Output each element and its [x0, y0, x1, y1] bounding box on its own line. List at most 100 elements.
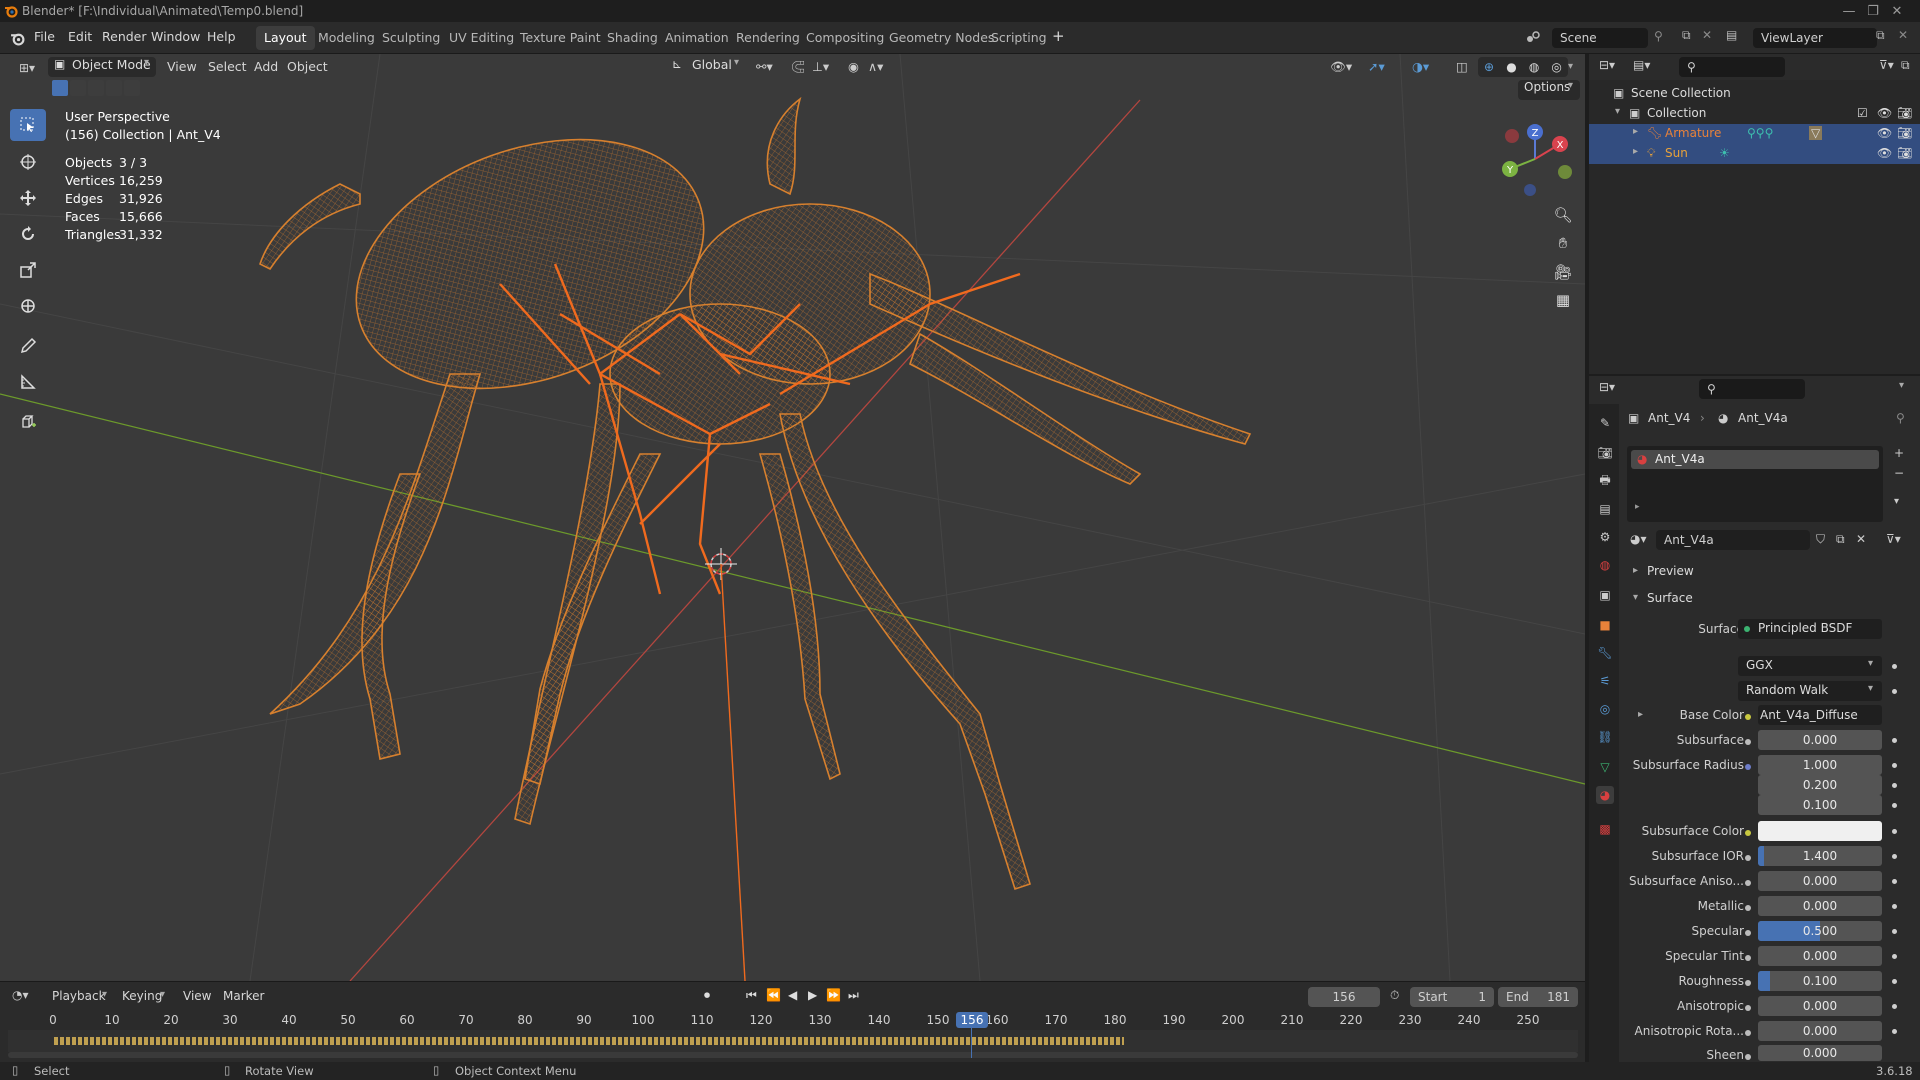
- gizmo-toggle-icon[interactable]: ➚▾: [1368, 57, 1385, 77]
- remove-slot-button[interactable]: −: [1894, 466, 1904, 480]
- menu-add[interactable]: Add: [254, 57, 278, 77]
- editor-type-icon[interactable]: ⊞▾: [12, 59, 42, 77]
- properties-search-input[interactable]: ⚲: [1699, 379, 1805, 399]
- data-tab-icon[interactable]: ▽: [1596, 758, 1614, 776]
- selection-mode-buttons[interactable]: [52, 80, 140, 98]
- tab-uv-editing[interactable]: UV Editing: [441, 26, 522, 50]
- falloff-icon[interactable]: ∧▾: [868, 57, 883, 77]
- particles-tab-icon[interactable]: ⚟: [1596, 672, 1614, 690]
- menu-select[interactable]: Select: [208, 57, 247, 77]
- subsurface-color-socket-icon[interactable]: [1745, 830, 1751, 836]
- subsurface-socket-icon[interactable]: [1745, 739, 1751, 745]
- subsurface-field[interactable]: 0.000: [1758, 730, 1882, 750]
- shading-modes[interactable]: ⊕ ● ◍ ◎: [1478, 57, 1568, 77]
- distribution-dropdown[interactable]: GGX ▾: [1738, 656, 1882, 676]
- shading-options-chevron-icon[interactable]: ▾: [1568, 57, 1573, 77]
- subsurface-aniso-field[interactable]: 0.000: [1758, 871, 1882, 891]
- tab-animation[interactable]: Animation: [657, 26, 737, 50]
- expand-slot-icon[interactable]: ▸: [1635, 502, 1640, 512]
- options-dropdown[interactable]: Options ▾: [1518, 80, 1580, 100]
- subsurface-radius-z-field[interactable]: 0.100: [1758, 795, 1882, 815]
- timeline-scrollbar[interactable]: [8, 1052, 1578, 1058]
- menu-help[interactable]: Help: [207, 29, 236, 44]
- specular-tint-keyframe-dot[interactable]: [1892, 954, 1897, 959]
- outliner-scene-collection[interactable]: ▣ Scene Collection: [1589, 84, 1920, 104]
- 3d-viewport[interactable]: Z X Y 🔍︎ ✋︎ 🎥︎ ▦ User Perspective (156) …: [0, 54, 1585, 981]
- subsurface-radius-keyframe-dot[interactable]: [1892, 763, 1897, 768]
- armature-camera-icon[interactable]: 📷︎: [1897, 126, 1912, 140]
- zoom-icon[interactable]: 🔍︎: [1552, 204, 1574, 226]
- filter-icon[interactable]: ⊽▾: [1879, 58, 1894, 72]
- render-tab-icon[interactable]: 📷︎: [1596, 444, 1614, 462]
- subsurface-radius-y-keyframe-dot[interactable]: [1892, 783, 1897, 788]
- play-icon[interactable]: ▶: [808, 988, 817, 1002]
- render-camera-icon[interactable]: 📷︎: [1897, 106, 1912, 120]
- subsurface-ior-socket-icon[interactable]: [1745, 855, 1751, 861]
- preview-panel-header[interactable]: ▸ Preview: [1627, 562, 1917, 584]
- snap-icon[interactable]: 🧲︎: [790, 57, 806, 77]
- tab-texture-paint[interactable]: Texture Paint: [512, 26, 609, 50]
- material-slot-item[interactable]: ◕ Ant_V4a: [1631, 450, 1879, 469]
- transform-tool[interactable]: [10, 290, 46, 322]
- material-shading-icon[interactable]: ◍: [1529, 60, 1539, 74]
- delete-view-layer-icon[interactable]: ✕: [1898, 28, 1908, 42]
- properties-editor-icon[interactable]: ⊟▾: [1599, 380, 1615, 394]
- close-window-button[interactable]: ✕: [1874, 0, 1920, 22]
- measure-tool[interactable]: [10, 366, 46, 398]
- add-workspace-button[interactable]: +: [1052, 27, 1065, 45]
- expand-chevron-icon[interactable]: ▸: [1633, 146, 1638, 157]
- mode-selector[interactable]: ▣ Object Mode ▾: [48, 57, 156, 77]
- snap-target-icon[interactable]: ⊥▾: [812, 57, 829, 77]
- playhead-frame-label[interactable]: 156: [956, 1012, 988, 1028]
- viewport-scene[interactable]: [0, 54, 1585, 981]
- surface-panel-header[interactable]: ▾ Surface: [1627, 589, 1917, 611]
- subsurface-method-dropdown[interactable]: Random Walk ▾: [1738, 681, 1882, 701]
- view-layer-field[interactable]: ViewLayer: [1753, 28, 1877, 48]
- anisotropic-rotation-keyframe-dot[interactable]: [1892, 1029, 1897, 1034]
- new-view-layer-icon[interactable]: ⧉: [1876, 28, 1885, 43]
- metallic-keyframe-dot[interactable]: [1892, 904, 1897, 909]
- roughness-socket-icon[interactable]: [1745, 980, 1751, 986]
- outliner-item-armature[interactable]: ▸ 🦴︎ Armature ⚲⚲⚲ ▽ 👁︎ 📷︎: [1589, 124, 1920, 144]
- tab-rendering[interactable]: Rendering: [728, 26, 808, 50]
- metallic-socket-icon[interactable]: [1745, 905, 1751, 911]
- current-frame-field[interactable]: 156: [1308, 987, 1380, 1007]
- rendered-shading-icon[interactable]: ◎: [1551, 60, 1561, 74]
- tool-tab-icon[interactable]: ✎: [1596, 414, 1614, 432]
- add-slot-button[interactable]: +: [1894, 446, 1904, 460]
- material-link-icon[interactable]: ⊽▾: [1886, 532, 1901, 546]
- material-tab-icon[interactable]: ◕: [1596, 786, 1614, 804]
- specular-socket-icon[interactable]: [1745, 930, 1751, 936]
- menu-object[interactable]: Object: [287, 57, 328, 77]
- menu-view[interactable]: View: [167, 57, 197, 77]
- toggle-grid-icon[interactable]: ▦: [1552, 289, 1574, 311]
- modifier-tab-icon[interactable]: 🔧︎: [1596, 644, 1614, 662]
- anisotropic-rotation-field[interactable]: 0.000: [1758, 1021, 1882, 1041]
- add-cube-tool[interactable]: [10, 406, 46, 438]
- subsurface-radius-y-field[interactable]: 0.200: [1758, 775, 1882, 795]
- select-set-icon[interactable]: [52, 80, 68, 96]
- tab-scripting[interactable]: Scripting: [983, 26, 1055, 50]
- output-tab-icon[interactable]: 🖶︎: [1596, 472, 1614, 490]
- scale-tool[interactable]: [10, 254, 46, 286]
- tab-compositing[interactable]: Compositing: [798, 26, 892, 50]
- physics-tab-icon[interactable]: ◎: [1596, 700, 1614, 718]
- unlink-material-icon[interactable]: ✕: [1856, 532, 1866, 546]
- subsurface-radius-z-keyframe-dot[interactable]: [1892, 803, 1897, 808]
- material-name-field[interactable]: Ant_V4a: [1656, 530, 1810, 550]
- expand-chevron-icon[interactable]: ▸: [1633, 126, 1638, 137]
- specular-keyframe-dot[interactable]: [1892, 929, 1897, 934]
- scene-tab-icon[interactable]: ⚙: [1596, 528, 1614, 546]
- outliner-collection[interactable]: ▾ ▣ Collection ☑ 👁︎ 📷︎: [1589, 104, 1920, 124]
- exclude-checkbox[interactable]: ☑: [1857, 106, 1868, 120]
- new-collection-icon[interactable]: ⧉: [1901, 58, 1910, 73]
- navigation-gizmo[interactable]: Z X Y: [1490, 114, 1580, 204]
- move-tool[interactable]: [10, 182, 46, 214]
- transform-orientation[interactable]: ⊾ Global ▾: [668, 57, 746, 77]
- menu-edit[interactable]: Edit: [68, 29, 92, 44]
- xray-toggle-icon[interactable]: ◫: [1456, 57, 1468, 77]
- new-scene-icon[interactable]: ⧉: [1682, 28, 1691, 43]
- tab-modeling[interactable]: Modeling: [310, 26, 383, 50]
- wireframe-shading-icon[interactable]: ⊕: [1484, 60, 1494, 74]
- cursor-tool[interactable]: [10, 146, 46, 178]
